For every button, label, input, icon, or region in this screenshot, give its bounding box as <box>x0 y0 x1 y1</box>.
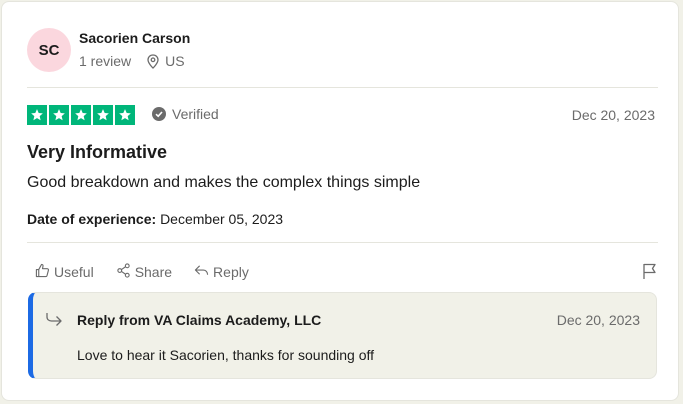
share-button[interactable]: Share <box>116 263 172 281</box>
checkmark-icon <box>152 107 166 121</box>
reply-text: Love to hear it Sacorien, thanks for sou… <box>77 347 375 363</box>
location-pin-icon <box>147 53 159 69</box>
company-reply-icon <box>45 312 63 332</box>
verified-badge[interactable]: Verified <box>152 106 219 122</box>
divider <box>27 242 658 243</box>
useful-button[interactable]: Useful <box>35 263 94 281</box>
reply-button[interactable]: Reply <box>194 263 249 281</box>
avatar[interactable]: SC <box>27 28 71 72</box>
review-body: Good breakdown and makes the complex thi… <box>27 174 421 191</box>
reviewer-name[interactable]: Sacorien Carson <box>79 30 190 46</box>
review-title: Very Informative <box>27 142 168 162</box>
reply-date: Dec 20, 2023 <box>556 312 640 328</box>
verified-label: Verified <box>172 106 219 122</box>
experience-date: December 05, 2023 <box>160 211 284 227</box>
review-count: 1 review <box>79 53 132 69</box>
flag-icon[interactable] <box>642 263 657 285</box>
star-icon <box>49 105 69 125</box>
review-actions: Useful Share Reply <box>35 263 249 281</box>
divider <box>27 87 658 88</box>
company-reply: Reply from VA Claims Academy, LLC Dec 20… <box>28 292 657 379</box>
star-icon <box>115 105 135 125</box>
experience-label: Date of experience: <box>27 211 157 227</box>
share-label: Share <box>134 264 173 280</box>
star-rating <box>27 105 135 125</box>
reply-from: Reply from VA Claims Academy, LLC <box>77 312 322 328</box>
thumbs-up-icon <box>35 263 50 281</box>
reviewer-country: US <box>165 53 185 69</box>
useful-label: Useful <box>54 264 94 280</box>
star-icon <box>71 105 91 125</box>
star-icon <box>93 105 113 125</box>
review-card: SC Sacorien Carson 1 review US Verified … <box>1 1 679 401</box>
reply-arrow-icon <box>194 263 209 281</box>
review-date: Dec 20, 2023 <box>571 107 655 123</box>
avatar-initials: SC <box>38 41 60 59</box>
date-of-experience: Date of experience: December 05, 2023 <box>27 211 283 227</box>
reviewer-meta: 1 review US <box>79 53 185 69</box>
star-icon <box>27 105 47 125</box>
share-icon <box>116 263 131 281</box>
reply-label: Reply <box>213 264 249 280</box>
